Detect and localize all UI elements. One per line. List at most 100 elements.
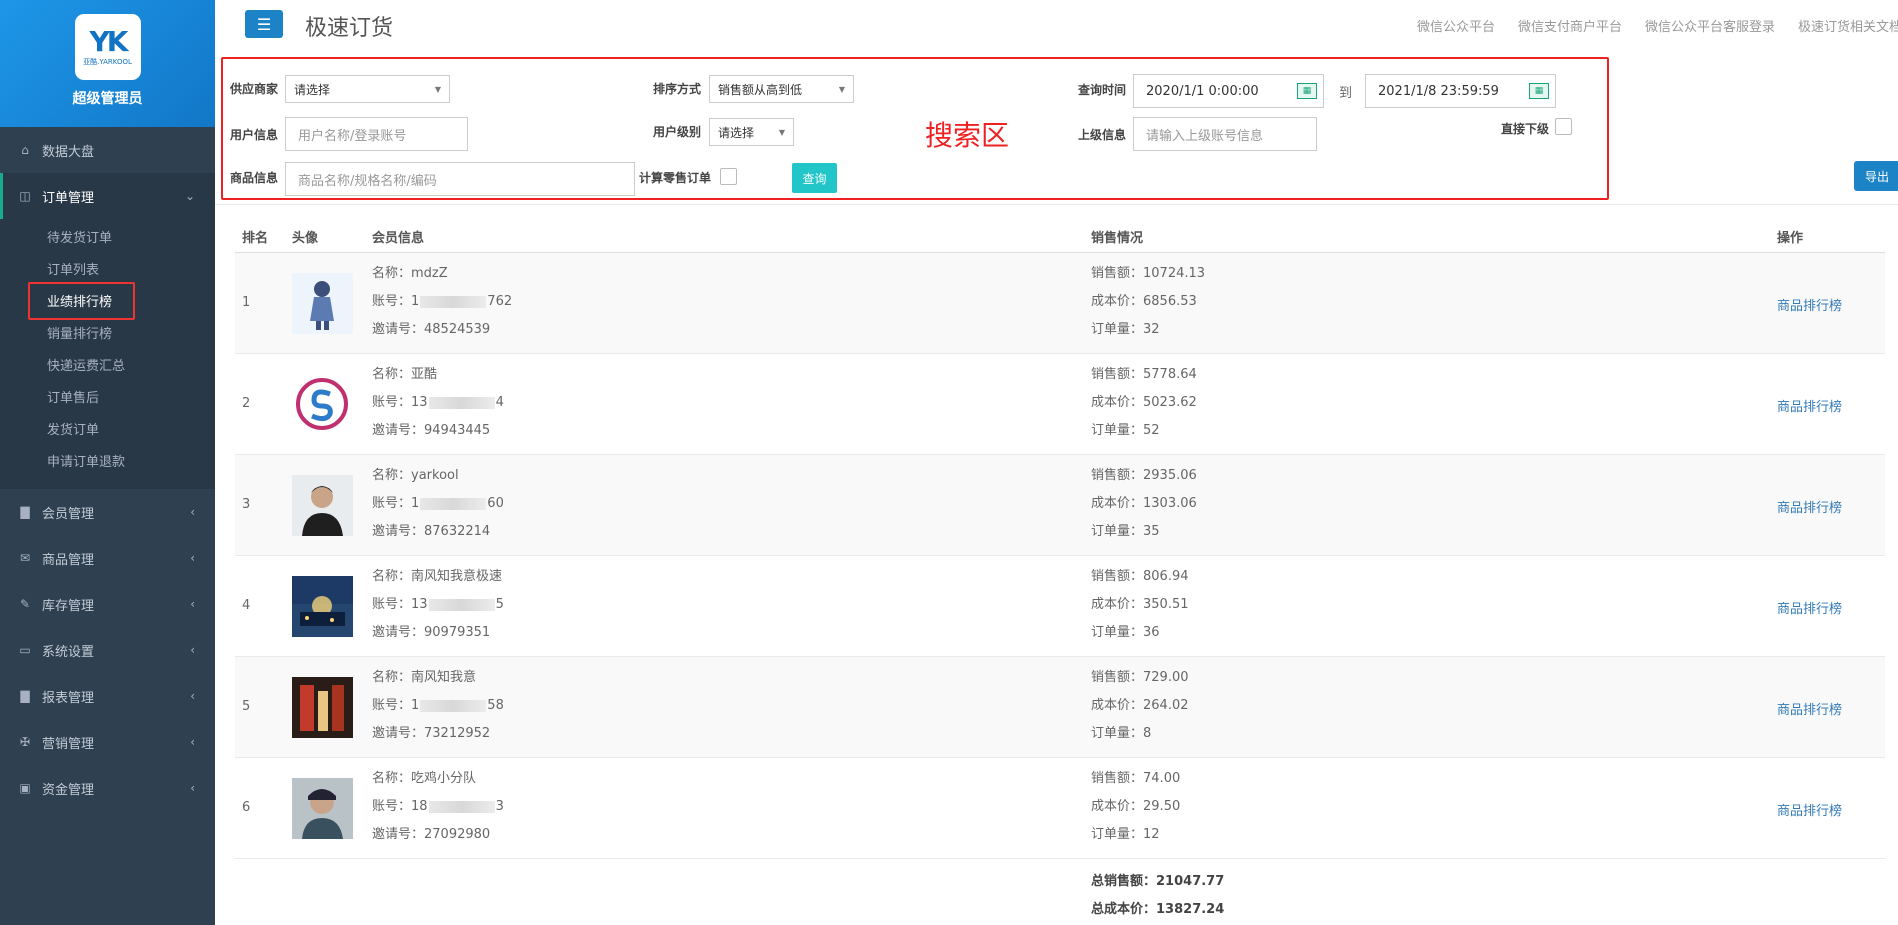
sales-prefix: 销售额： <box>1091 468 1144 483</box>
bar-chart-icon: ▇ <box>20 689 30 703</box>
goods-ranking-link[interactable]: 商品排行榜 <box>1777 497 1842 516</box>
sales-value: 74.00 <box>1143 771 1181 786</box>
sidebar-item-label: 商品管理 <box>42 552 95 568</box>
company-logo: YK 亚酷.YARKOOL <box>74 14 141 80</box>
goods-ranking-link[interactable]: 商品排行榜 <box>1777 800 1842 819</box>
admin-role-label[interactable]: 超级管理员 <box>0 88 215 108</box>
member-name: 名称：吃鸡小分队 <box>372 765 504 793</box>
sales-prefix: 销售额： <box>1091 771 1144 786</box>
retail-order-checkbox[interactable] <box>720 168 737 185</box>
cost-value: 1303.06 <box>1143 496 1197 511</box>
calendar-icon[interactable]: ▦ <box>1529 83 1549 99</box>
time-start-input[interactable]: 2020/1/1 0:00:00 ▦ <box>1133 74 1324 108</box>
member-info: 名称：yarkool 账号：1 60 邀请号：87632214 <box>372 462 504 546</box>
parent-info-input[interactable]: 请输入上级账号信息 <box>1133 117 1317 151</box>
sidebar-item[interactable]: ▣ 资金管理 ‹ <box>0 765 215 811</box>
sidebar-subitem[interactable]: 申请订单退款 <box>0 447 215 479</box>
total-cost: 总成本价：13827.24 <box>1091 896 1224 924</box>
caret-down-icon: ▼ <box>434 84 441 94</box>
divider <box>215 204 1898 205</box>
user-level-select[interactable]: 请选择 ▼ <box>709 118 794 146</box>
sidebar-item[interactable]: ✉ 商品管理 ‹ <box>0 535 215 581</box>
header-member: 会员信息 <box>372 231 425 246</box>
invite-prefix: 邀请号： <box>372 726 425 741</box>
link-wechat-pay[interactable]: 微信支付商户平台 <box>1518 16 1622 35</box>
sidebar-item[interactable]: ▭ 系统设置 ‹ <box>0 627 215 673</box>
name-value: mdzZ <box>411 266 448 281</box>
sidebar-item-dashboard[interactable]: ⌂ 数据大盘 <box>0 127 215 173</box>
account-tail: 60 <box>487 496 504 511</box>
account-tail: 4 <box>495 395 504 410</box>
goods-info-input[interactable]: 商品名称/规格名称/编码 <box>285 162 635 196</box>
query-button[interactable]: 查询 <box>792 163 837 193</box>
rank-cell: 4 <box>242 598 251 613</box>
account-prefix: 账号： <box>372 597 412 612</box>
invite-value: 94943445 <box>424 423 491 438</box>
member-name: 名称：南风知我意 <box>372 664 504 692</box>
calendar-icon[interactable]: ▦ <box>1297 83 1317 99</box>
link-wechat-service-login[interactable]: 微信公众平台客服登录 <box>1645 16 1775 35</box>
orders-prefix: 订单量： <box>1091 423 1144 438</box>
user-info-placeholder: 用户名称/登录账号 <box>298 128 407 144</box>
member-account: 账号：13 4 <box>372 389 504 417</box>
supplier-label: 供应商家 <box>230 82 279 96</box>
goods-ranking-link[interactable]: 商品排行榜 <box>1777 598 1842 617</box>
invite-prefix: 邀请号： <box>372 625 425 640</box>
sidebar-subitem[interactable]: 快递运费汇总 <box>0 351 215 383</box>
sidebar-item[interactable]: ✎ 库存管理 ‹ <box>0 581 215 627</box>
cost-prefix: 成本价： <box>1091 294 1144 309</box>
account-head: 18 <box>411 799 428 814</box>
sort-label: 排序方式 <box>653 82 702 96</box>
masked-region <box>420 497 487 510</box>
sort-select[interactable]: 销售额从高到低 ▼ <box>709 75 854 103</box>
sales-info: 销售额：74.00 成本价：29.50 订单量：12 <box>1091 765 1180 849</box>
name-value: 南风知我意 <box>411 670 477 685</box>
account-head: 13 <box>411 597 428 612</box>
sales-amount: 销售额：5778.64 <box>1091 361 1197 389</box>
sidebar-item[interactable]: ✠ 营销管理 ‹ <box>0 719 215 765</box>
menu-toggle-button[interactable]: ☰ <box>245 10 283 38</box>
table-header: 排名 头像 会员信息 销售情况 操作 <box>235 221 1885 253</box>
sort-select-value: 销售额从高到低 <box>718 82 803 97</box>
sales-value: 5778.64 <box>1143 367 1197 382</box>
sales-value: 729.00 <box>1143 670 1189 685</box>
export-button[interactable]: 导出 <box>1854 161 1898 191</box>
time-end-input[interactable]: 2021/1/8 23:59:59 ▦ <box>1365 74 1556 108</box>
name-value: 南风知我意极速 <box>411 569 503 584</box>
link-wechat-platform[interactable]: 微信公众平台 <box>1417 16 1495 35</box>
account-tail: 58 <box>487 698 504 713</box>
name-value: 亚酷 <box>411 367 438 382</box>
account-prefix: 账号： <box>372 496 412 511</box>
goods-ranking-link[interactable]: 商品排行榜 <box>1777 396 1842 415</box>
rank-cell: 1 <box>242 295 251 310</box>
cost-amount: 成本价：5023.62 <box>1091 389 1197 417</box>
order-count: 订单量：8 <box>1091 720 1189 748</box>
sidebar-subitem[interactable]: 待发货订单 <box>0 223 215 255</box>
page-title: 极速订货 <box>305 16 394 41</box>
supplier-select[interactable]: 请选择 ▼ <box>285 75 450 103</box>
sidebar-item[interactable]: ▇ 会员管理 ‹ <box>0 489 215 535</box>
goods-ranking-link[interactable]: 商品排行榜 <box>1777 295 1842 314</box>
sidebar-item-label: 会员管理 <box>42 506 95 522</box>
goods-ranking-link[interactable]: 商品排行榜 <box>1777 699 1842 718</box>
sidebar-item-label: 订单管理 <box>42 190 95 206</box>
orders-value: 35 <box>1143 524 1160 539</box>
orders-prefix: 订单量： <box>1091 827 1144 842</box>
sidebar-item-orders[interactable]: ◫ 订单管理 ⌄ <box>0 173 215 219</box>
invite-prefix: 邀请号： <box>372 524 425 539</box>
direct-subordinate-checkbox[interactable] <box>1555 118 1572 135</box>
user-info-input[interactable]: 用户名称/登录账号 <box>285 117 468 151</box>
masked-region <box>428 396 495 409</box>
masked-region <box>420 295 487 308</box>
sidebar-item[interactable]: ▇ 报表管理 ‹ <box>0 673 215 719</box>
sidebar-subitem[interactable]: 销量排行榜 <box>0 319 215 351</box>
member-account: 账号：13 5 <box>372 591 504 619</box>
rank-cell: 6 <box>242 800 251 815</box>
sidebar-subitem[interactable]: 发货订单 <box>0 415 215 447</box>
sidebar-subitem[interactable]: 订单售后 <box>0 383 215 415</box>
bar-chart-icon: ▇ <box>20 505 30 519</box>
masked-region <box>428 800 495 813</box>
invite-value: 27092980 <box>424 827 491 842</box>
user-level-label: 用户级别 <box>653 125 702 139</box>
link-docs[interactable]: 极速订货相关文档 <box>1798 16 1898 35</box>
